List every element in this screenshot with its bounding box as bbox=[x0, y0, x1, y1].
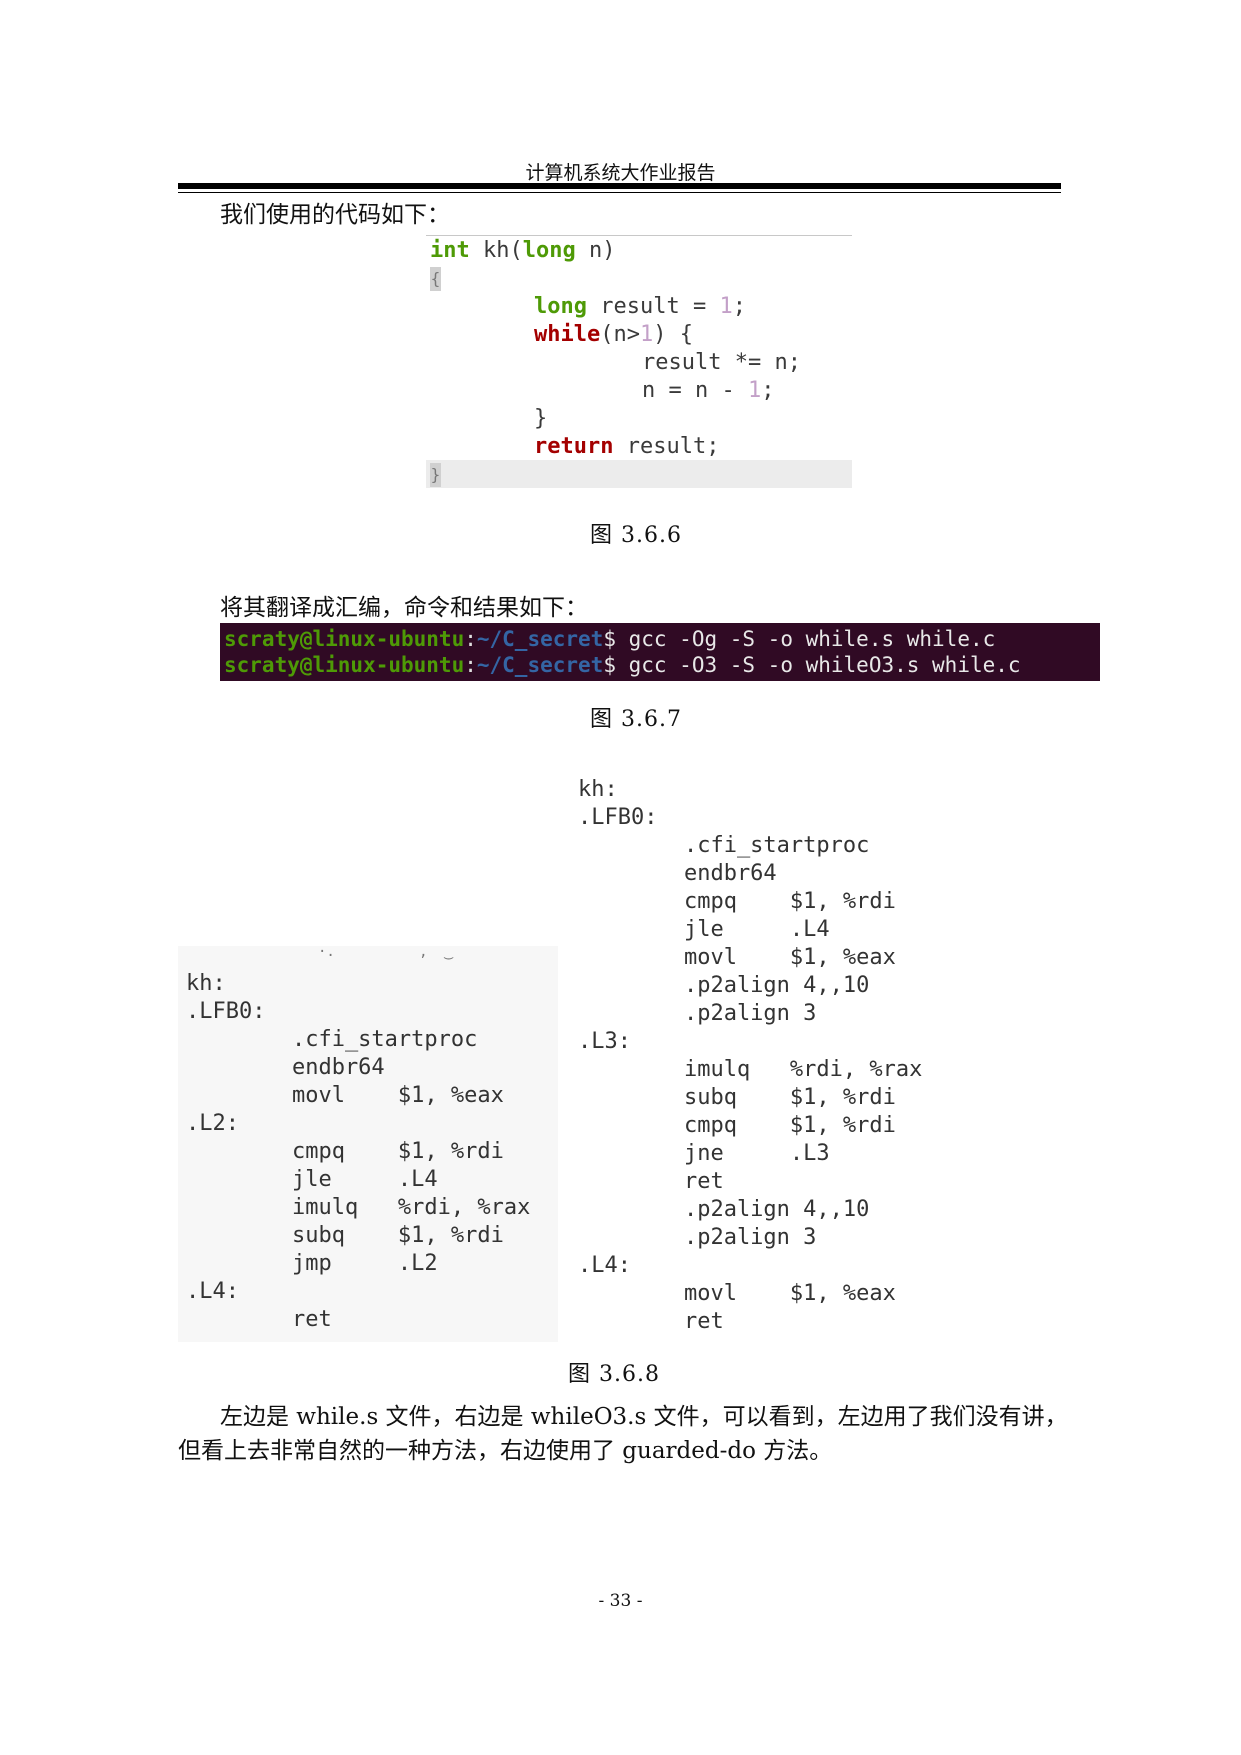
code-line-close-while: } bbox=[534, 406, 548, 431]
figure-caption-3-6-6: 图 3.6.6 bbox=[590, 523, 682, 548]
asm-line: movl $1, %eax bbox=[578, 945, 896, 970]
asm-line: movl $1, %eax bbox=[578, 1281, 896, 1306]
code-line-close-brace: } bbox=[430, 461, 441, 489]
asm-while-s-figure: ·. , ‿ kh: .LFB0: .cfi_startproc endbr64 … bbox=[178, 944, 558, 1342]
asm-line: .cfi_startproc bbox=[186, 1027, 478, 1052]
asm-line: kh: bbox=[186, 971, 226, 996]
asm-line: movl $1, %eax bbox=[186, 1083, 504, 1108]
figure-caption-3-6-8: 图 3.6.8 bbox=[568, 1362, 660, 1387]
code-line-return: return result; bbox=[534, 434, 720, 459]
asm-line: cmpq $1, %rdi bbox=[578, 889, 896, 914]
asm-line: subq $1, %rdi bbox=[186, 1223, 504, 1248]
asm-line: jle .L4 bbox=[186, 1167, 438, 1192]
asm-line: cmpq $1, %rdi bbox=[186, 1139, 504, 1164]
asm-line: .p2align 4,,10 bbox=[578, 973, 870, 998]
header-rule-thick bbox=[178, 183, 1061, 189]
asm-line: .p2align 4,,10 bbox=[578, 1197, 870, 1222]
c-source-code-figure: int kh(long n) { long result = 1; while(… bbox=[426, 235, 852, 488]
asm-line: imulq %rdi, %rax bbox=[186, 1195, 531, 1220]
current-line-highlight bbox=[426, 460, 852, 488]
asm-line: imulq %rdi, %rax bbox=[578, 1057, 923, 1082]
asm-line: kh: bbox=[578, 777, 618, 802]
code-line-decl: long result = 1; bbox=[534, 294, 746, 319]
cropped-text-fragment: ·. , ‿ bbox=[318, 944, 453, 960]
asm-line: jne .L3 bbox=[578, 1141, 830, 1166]
asm-line: .L2: bbox=[186, 1111, 239, 1136]
asm-line: subq $1, %rdi bbox=[578, 1085, 896, 1110]
code-line-decrement: n = n - 1; bbox=[642, 378, 775, 403]
asm-line: .LFB0: bbox=[186, 999, 266, 1024]
terminal-line-o3: scraty@linux-ubuntu:~/C_secret$ gcc -O3 … bbox=[224, 653, 1021, 677]
asm-line: .cfi_startproc bbox=[578, 833, 870, 858]
asm-line: ret bbox=[186, 1307, 332, 1332]
code-line-open-brace: { bbox=[430, 265, 441, 293]
asm-line: .L3: bbox=[578, 1029, 631, 1054]
code-line-multiply: result *= n; bbox=[642, 350, 801, 375]
asm-line: .LFB0: bbox=[578, 805, 658, 830]
header-rule-thin bbox=[178, 192, 1061, 193]
asm-line: .L4: bbox=[186, 1279, 239, 1304]
asm-line: ret bbox=[578, 1309, 724, 1334]
asm-line: .p2align 3 bbox=[578, 1001, 817, 1026]
asm-line: .L4: bbox=[578, 1253, 631, 1278]
terminal-figure: scraty@linux-ubuntu:~/C_secret$ gcc -Og … bbox=[220, 623, 1100, 681]
conclusion-line-2: 但看上去非常自然的一种方法，右边使用了 guarded-do 方法。 bbox=[178, 1438, 833, 1464]
asm-line: jle .L4 bbox=[578, 917, 830, 942]
asm-line: jmp .L2 bbox=[186, 1251, 438, 1276]
asm-line: ret bbox=[578, 1169, 724, 1194]
page-number: - 33 - bbox=[598, 1591, 643, 1611]
intro-paragraph: 我们使用的代码如下： bbox=[220, 202, 450, 228]
asm-line: endbr64 bbox=[186, 1055, 385, 1080]
page-header-title: 计算机系统大作业报告 bbox=[525, 162, 716, 184]
asm-whileo3-s-figure: kh: .LFB0: .cfi_startproc endbr64 cmpq $1… bbox=[570, 770, 950, 1342]
figure-caption-3-6-7: 图 3.6.7 bbox=[590, 707, 682, 732]
asm-line: .p2align 3 bbox=[578, 1225, 817, 1250]
code-line-while: while(n>1) { bbox=[534, 322, 693, 347]
asm-line: cmpq $1, %rdi bbox=[578, 1113, 896, 1138]
translate-paragraph: 将其翻译成汇编，命令和结果如下： bbox=[220, 595, 588, 621]
asm-line: endbr64 bbox=[578, 861, 777, 886]
code-line-signature: int kh(long n) bbox=[430, 238, 616, 263]
terminal-line-og: scraty@linux-ubuntu:~/C_secret$ gcc -Og … bbox=[224, 627, 996, 651]
conclusion-line-1: 左边是 while.s 文件，右边是 whileO3.s 文件，可以看到，左边用… bbox=[220, 1404, 1068, 1430]
